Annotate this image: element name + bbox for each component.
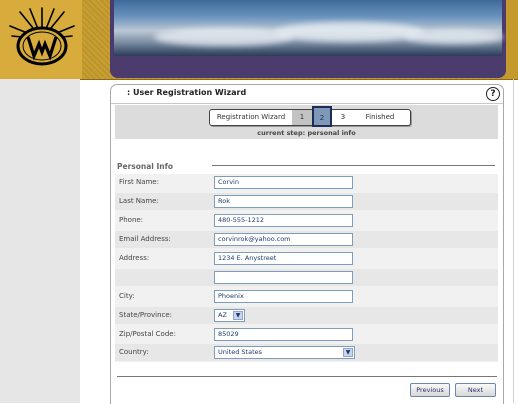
chevron-down-icon[interactable]: ▼ bbox=[343, 348, 353, 357]
email-field[interactable]: corvinrok@yahoo.com bbox=[214, 233, 353, 246]
last-name-field[interactable]: Rok bbox=[214, 195, 353, 208]
step-1[interactable]: 1 bbox=[292, 110, 312, 125]
step-bar-label: Registration Wizard bbox=[216, 113, 286, 121]
address-2-field[interactable] bbox=[214, 271, 353, 284]
section-title: Personal Info bbox=[117, 162, 174, 171]
footer-divider bbox=[117, 376, 497, 377]
address-label: Address: bbox=[119, 254, 150, 262]
country-select[interactable]: United States ▼ bbox=[214, 346, 355, 359]
form-row-country: Country: United States ▼ bbox=[115, 344, 498, 361]
site-header bbox=[0, 0, 518, 80]
sky-photo bbox=[114, 0, 504, 56]
personal-info-form: First Name: Corvin Last Name: Rok Phone:… bbox=[115, 174, 498, 362]
form-row-last-name: Last Name: Rok bbox=[115, 193, 498, 210]
w-starburst-logo[interactable] bbox=[8, 6, 76, 72]
panel-title-bar: : User Registration Wizard ? bbox=[111, 85, 503, 104]
current-step-text: current step: personal info bbox=[257, 129, 356, 137]
panel-title: : User Registration Wizard bbox=[127, 88, 247, 97]
next-button[interactable]: Next bbox=[455, 383, 496, 397]
country-label: Country: bbox=[119, 348, 149, 356]
zip-field[interactable]: 85029 bbox=[214, 328, 353, 341]
form-row-zip: Zip/Postal Code: 85029 bbox=[115, 326, 498, 343]
first-name-field[interactable]: Corvin bbox=[214, 176, 353, 189]
page-divider bbox=[513, 79, 514, 403]
step-3[interactable]: 3 bbox=[334, 110, 352, 125]
chevron-down-icon[interactable]: ▼ bbox=[233, 311, 243, 320]
form-row-state: State/Province: AZ ▼ bbox=[115, 307, 498, 324]
wizard-steps-area: Registration Wizard 1 2 3 Finished curre… bbox=[115, 105, 498, 139]
logo-area bbox=[0, 0, 82, 79]
left-sidebar bbox=[0, 79, 80, 403]
state-select-value: AZ bbox=[218, 311, 227, 319]
step-2-current[interactable]: 2 bbox=[312, 106, 332, 127]
form-row-city: City: Phoenix bbox=[115, 288, 498, 305]
city-label: City: bbox=[119, 292, 135, 300]
step-finished[interactable]: Finished bbox=[352, 110, 408, 125]
first-name-label: First Name: bbox=[119, 178, 159, 186]
form-row-address: Address: 1234 E. Anystreet bbox=[115, 250, 498, 267]
country-select-value: United States bbox=[218, 348, 263, 356]
section-divider bbox=[212, 165, 495, 166]
header-banner-image bbox=[110, 0, 506, 78]
wizard-step-bar: Registration Wizard 1 2 3 Finished bbox=[209, 106, 411, 127]
phone-field[interactable]: 480-555-1212 bbox=[214, 214, 353, 227]
header-band bbox=[110, 56, 506, 78]
city-field[interactable]: Phoenix bbox=[214, 290, 353, 303]
form-row-email: Email Address: corvinrok@yahoo.com bbox=[115, 231, 498, 248]
last-name-label: Last Name: bbox=[119, 197, 159, 205]
state-select[interactable]: AZ ▼ bbox=[214, 309, 245, 322]
zip-label: Zip/Postal Code: bbox=[119, 330, 176, 338]
email-label: Email Address: bbox=[119, 235, 171, 243]
header-edge bbox=[506, 0, 518, 79]
help-icon[interactable]: ? bbox=[486, 87, 500, 101]
address-field[interactable]: 1234 E. Anystreet bbox=[214, 252, 353, 265]
state-label: State/Province: bbox=[119, 311, 173, 319]
previous-button[interactable]: Previous bbox=[410, 383, 450, 397]
form-row-phone: Phone: 480-555-1212 bbox=[115, 212, 498, 229]
registration-wizard-panel: : User Registration Wizard ? Registratio… bbox=[110, 84, 504, 404]
form-row-first-name: First Name: Corvin bbox=[115, 174, 498, 191]
phone-label: Phone: bbox=[119, 216, 144, 224]
form-row-address-2 bbox=[115, 269, 498, 286]
